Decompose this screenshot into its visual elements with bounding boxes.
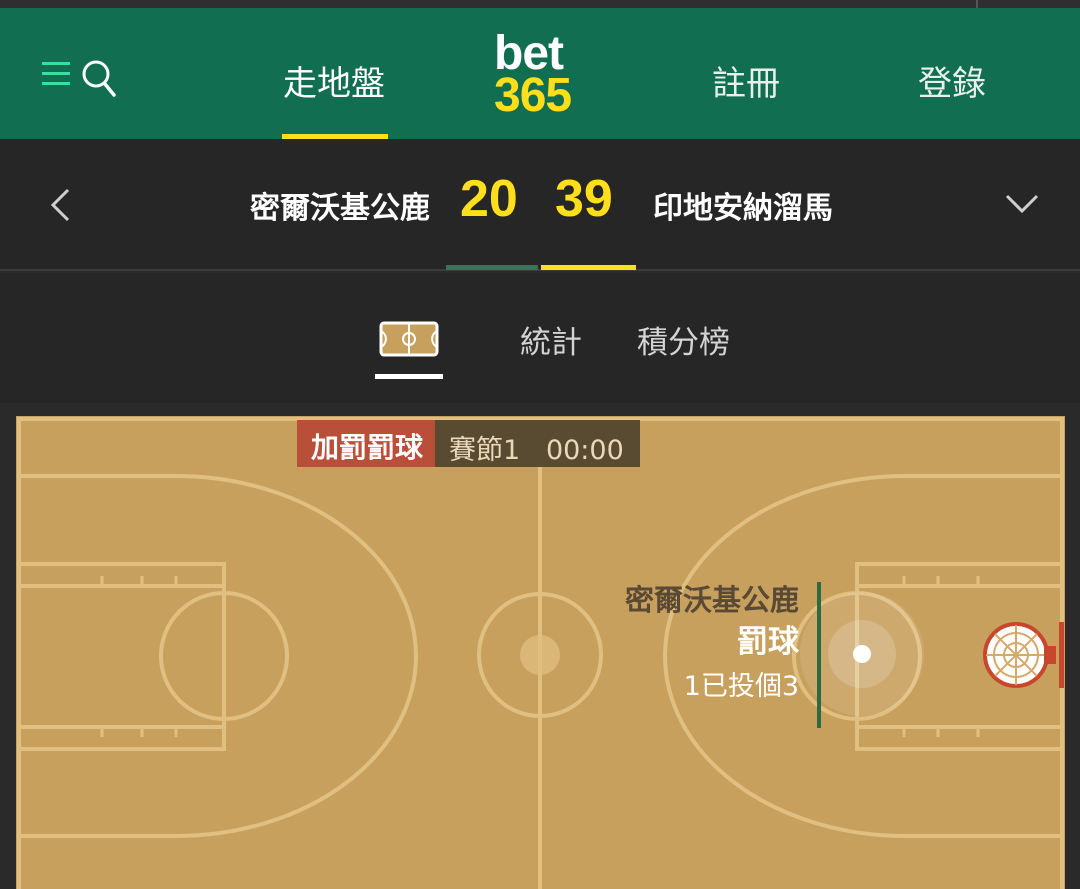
event-type-label: 加罰罰球	[297, 420, 436, 467]
tab-standings[interactable]: 積分榜	[637, 317, 730, 362]
chevron-down-icon[interactable]	[1004, 191, 1040, 215]
free-throw-count: 1已投個3	[683, 671, 799, 702]
away-team-name: 印地安納溜馬	[653, 191, 833, 226]
period-clock: 賽節1 00:00	[435, 420, 640, 467]
scoreboard: 密爾沃基公鹿 20 39 印地安納溜馬	[0, 139, 1080, 271]
event-badge: 加罰罰球 賽節1 00:00	[297, 420, 640, 467]
status-divider	[976, 0, 978, 8]
match-tabs: 統計 積分榜	[0, 273, 1080, 403]
top-header: 走地盤 bet 365 註冊 登錄	[0, 8, 1080, 139]
search-icon[interactable]	[80, 58, 116, 98]
play-team-name: 密爾沃基公鹿	[624, 583, 799, 617]
game-clock: 00:00	[545, 435, 624, 466]
logo-365-text: 365	[494, 69, 572, 122]
tab-active-indicator	[375, 374, 443, 379]
play-team-color-bar	[817, 582, 821, 728]
play-info: 密爾沃基公鹿 罰球 1已投個3	[625, 582, 799, 708]
court-lines	[17, 417, 1064, 889]
away-indicator-bar	[541, 265, 636, 270]
home-team-name: 密爾沃基公鹿	[250, 191, 430, 226]
tab-stats[interactable]: 統計	[520, 317, 582, 362]
nav-login[interactable]: 登錄	[918, 56, 986, 105]
menu-icon[interactable]	[42, 60, 70, 88]
basket-hoop-icon	[983, 622, 1064, 688]
period-label: 賽節1	[449, 435, 521, 466]
home-indicator-bar	[446, 265, 538, 270]
nav-live-betting[interactable]: 走地盤	[283, 56, 385, 105]
home-score: 20	[460, 170, 518, 228]
away-score: 39	[555, 170, 613, 228]
bet365-logo[interactable]: bet 365	[494, 30, 594, 124]
basketball-court: 加罰罰球 賽節1 00:00 密爾沃基公鹿 罰球 1已投個3	[16, 416, 1065, 889]
status-strip	[0, 0, 1080, 8]
chevron-left-icon[interactable]	[48, 187, 74, 223]
court-icon[interactable]	[375, 317, 443, 380]
nav-register[interactable]: 註冊	[712, 56, 780, 105]
play-action: 罰球	[737, 624, 799, 660]
